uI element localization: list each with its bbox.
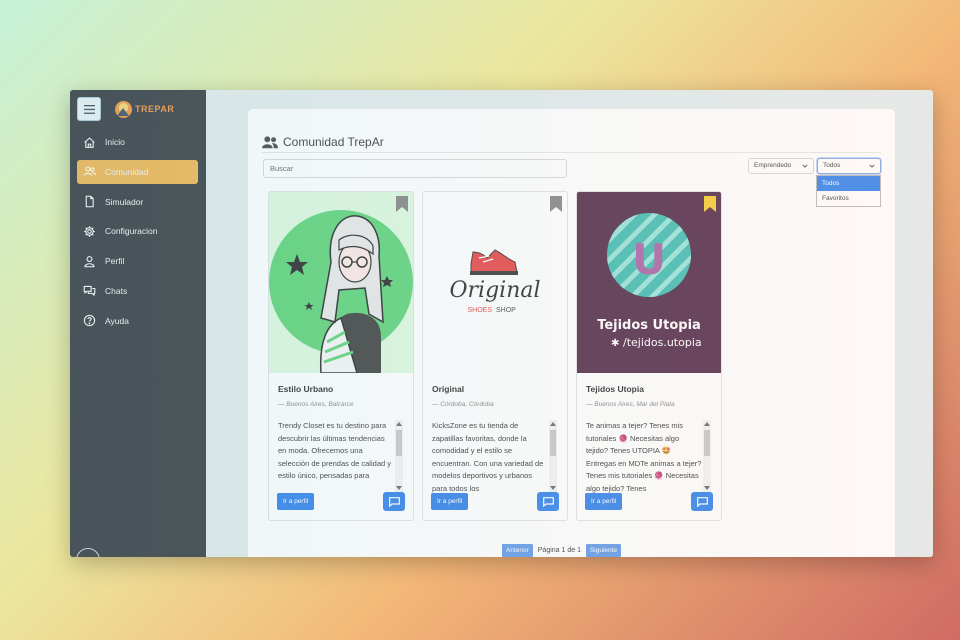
logo-title: Tejidos Utopia <box>597 318 701 333</box>
users-icon <box>83 166 96 177</box>
prev-page-button[interactable]: Anterior <box>502 544 533 557</box>
bookmark-icon[interactable] <box>396 196 408 212</box>
chevron-down-icon <box>869 164 875 168</box>
logo-title: Original <box>449 278 540 303</box>
users-icon <box>262 136 278 149</box>
sidebar-header: TREPAR <box>77 97 174 121</box>
sidebar-item-ayuda[interactable]: Ayuda <box>77 309 198 333</box>
asterisk-icon: ✱ <box>611 338 619 349</box>
help-icon <box>83 315 96 327</box>
profile-button[interactable]: Ir a perfil <box>277 493 315 510</box>
girl-illustration <box>269 210 413 373</box>
logo-mountain-icon <box>115 100 132 118</box>
description-scrollbar[interactable] <box>395 420 403 492</box>
favorites-select-value: Todos <box>823 162 841 169</box>
title-row: Comunidad TrepAr <box>262 135 384 149</box>
card-title: Estilo Urbano <box>278 384 334 394</box>
sidebar-item-label: Comunidad <box>105 166 149 177</box>
favorites-dropdown: Todos Favoritos <box>816 175 881 207</box>
chat-button[interactable] <box>691 492 713 511</box>
business-card: Estilo Urbano — Buenos Aires, Balcarce T… <box>268 191 414 521</box>
card-description: Te animas a tejer? Tenes mis tutoriales … <box>586 421 702 493</box>
page-title: Comunidad TrepAr <box>283 135 384 149</box>
bookmark-icon[interactable] <box>704 196 716 212</box>
page-indicator: Página 1 de 1 <box>537 547 581 554</box>
hamburger-icon <box>83 104 95 114</box>
card-title: Tejidos Utopia <box>586 384 644 394</box>
card-image <box>269 192 413 373</box>
logo-letter: U <box>632 235 666 284</box>
chat-icon <box>388 496 400 507</box>
sidebar-item-label: Configuracion <box>105 226 158 237</box>
sidebar-item-comunidad[interactable]: Comunidad <box>77 159 198 184</box>
profile-button[interactable]: Ir a perfil <box>431 493 469 510</box>
sneaker-logo: Original SHOES SHOP <box>449 249 541 314</box>
profile-button[interactable]: Ir a perfil <box>585 493 623 510</box>
chat-icon <box>542 496 554 507</box>
category-select[interactable]: Emprendedo <box>748 158 814 174</box>
sidebar-item-inicio[interactable]: Inicio <box>77 130 198 154</box>
sidebar-item-simulador[interactable]: Simulador <box>77 190 198 214</box>
bookmark-icon[interactable] <box>550 196 562 212</box>
chat-button[interactable] <box>383 492 405 511</box>
app-window: TREPAR Inicio Comunidad Simulador Config… <box>70 90 933 557</box>
logo-handle: /tejidos.utopia <box>623 336 702 349</box>
sidebar-item-label: Ayuda <box>105 315 129 326</box>
chat-button[interactable] <box>537 492 559 511</box>
business-card: Original SHOES SHOP Original — Córdoba, … <box>422 191 568 521</box>
card-image: U Tejidos Utopia ✱ /tejidos.utopia <box>577 192 721 373</box>
favorites-select[interactable]: Todos <box>817 158 881 174</box>
sidebar-item-label: Inicio <box>105 137 125 147</box>
sidebar-item-configuracion[interactable]: Configuracion <box>77 219 198 243</box>
file-icon <box>85 195 94 208</box>
card-description: KicksZone es tu tienda de zapatillas fav… <box>432 421 544 493</box>
sidebar-item-label: Perfil <box>105 256 125 267</box>
sidebar-item-perfil[interactable]: Perfil <box>77 249 198 273</box>
search-input[interactable] <box>263 159 567 178</box>
card-image: Original SHOES SHOP <box>423 192 567 373</box>
sidebar-nav: Inicio Comunidad Simulador Configuracion… <box>77 130 198 339</box>
category-select-value: Emprendedo <box>754 162 792 169</box>
description-scrollbar[interactable] <box>703 420 711 492</box>
sidebar-item-label: Chats <box>105 285 128 296</box>
logo-sub-shoes: SHOES <box>467 307 492 314</box>
chats-icon <box>83 286 96 297</box>
card-location: — Buenos Aires, Mar del Plata <box>586 401 675 408</box>
business-card: U Tejidos Utopia ✱ /tejidos.utopia Tejid… <box>576 191 722 521</box>
dropdown-option-favoritos[interactable]: Favoritos <box>817 191 880 206</box>
card-description: Trendy Closet es tu destino para descubr… <box>278 421 391 480</box>
logo-text: TREPAR <box>135 104 175 114</box>
user-icon <box>84 255 95 267</box>
app-logo[interactable]: TREPAR <box>115 100 175 118</box>
gear-icon <box>84 226 95 237</box>
card-location: — Córdoba, Córdoba <box>432 401 494 408</box>
chat-icon <box>696 496 708 507</box>
pagination: Anterior Página 1 de 1 Siguiente <box>502 544 622 557</box>
card-location: — Buenos Aires, Balcarce <box>278 401 354 408</box>
chevron-down-icon <box>802 164 808 168</box>
dropdown-option-todos[interactable]: Todos <box>817 176 880 191</box>
description-scrollbar[interactable] <box>549 420 557 492</box>
sidebar-item-chats[interactable]: Chats <box>77 279 198 303</box>
sidebar-item-label: Simulador <box>105 196 144 207</box>
title-divider <box>262 152 881 153</box>
next-page-button[interactable]: Siguiente <box>585 544 622 557</box>
menu-toggle-button[interactable] <box>77 97 101 121</box>
logo-sub-shop: SHOP <box>496 307 516 314</box>
community-panel: Comunidad TrepAr Emprendedo Todos Todos … <box>248 109 895 557</box>
home-icon <box>84 136 95 148</box>
card-title: Original <box>432 384 465 394</box>
collapse-button[interactable] <box>76 548 100 557</box>
sidebar: TREPAR Inicio Comunidad Simulador Config… <box>70 90 206 557</box>
utopia-logo: U Tejidos Utopia ✱ /tejidos.utopia <box>597 213 702 349</box>
